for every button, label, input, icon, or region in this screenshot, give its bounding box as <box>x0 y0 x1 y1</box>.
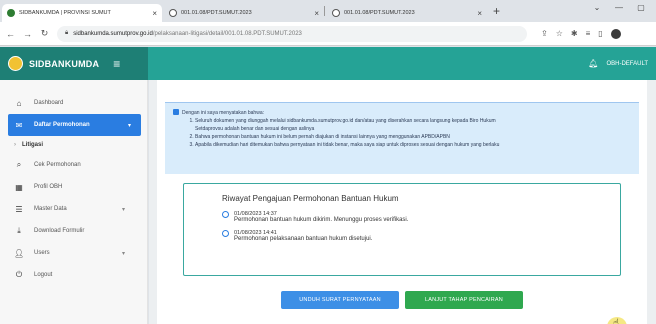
sidebar-item-daftar-permohonan[interactable]: ✉ Daftar Permohonan ▾ <box>8 114 141 136</box>
address-bar[interactable]: 🔒︎ sidbankumda.sumutprov.go.id/pelaksana… <box>57 25 527 42</box>
sidebar-item-users[interactable]: 👤︎ Users ▾ <box>0 242 147 264</box>
tab-title: 001.01.08/PDT.SUMUT.2023 <box>344 10 415 16</box>
chevron-down-icon[interactable]: ⌄ <box>586 3 608 12</box>
tab-title: 001.01.08/PDT.SUMUT.2023 <box>181 10 252 16</box>
forward-arrow-icon[interactable]: → <box>21 29 34 39</box>
statement-notice: Dengan ini saya menyatakan bahwa: Seluru… <box>165 102 639 174</box>
profile-avatar[interactable] <box>610 28 621 39</box>
chevron-down-icon: ▾ <box>121 250 125 257</box>
sidebar-item-label: Master Data <box>34 206 67 212</box>
checkbox-checked-icon[interactable] <box>173 108 179 115</box>
brand-area: SIDBANKUMDA ≡ <box>0 47 148 80</box>
sidebar-item-label: Users <box>34 250 50 256</box>
tab-title: SIDBANKUMDA | PROVINSI SUMUT <box>19 10 111 16</box>
sidebar-item-label: Daftar Permohonan <box>34 122 90 128</box>
envelope-icon: ✉ <box>15 120 23 130</box>
tab-favicon-icon <box>169 9 177 17</box>
url-path: /pelaksanaan-litigasi/detail/001.01.08.P… <box>152 30 302 37</box>
power-icon: ⏻ <box>15 270 23 279</box>
continue-disbursement-button[interactable]: LANJUT TAHAP PENCAIRAN <box>405 291 523 309</box>
bell-icon[interactable]: 🔔︎ <box>588 59 598 68</box>
grid-icon: ▦ <box>15 182 23 192</box>
tab-close-icon[interactable]: × <box>152 9 157 18</box>
extension-icon[interactable]: ✱ <box>571 29 578 38</box>
notice-point: Seluruh dokumen yang diunggah melalui si… <box>195 117 631 125</box>
reload-icon[interactable]: ↻ <box>38 28 51 39</box>
minimize-icon[interactable]: — <box>608 3 630 12</box>
notice-point-continuation: Setdaprovsu adalah benar dan sesuai deng… <box>195 126 315 132</box>
circle-icon <box>222 230 229 237</box>
history-timeline: Riwayat Pengajuan Permohonan Bantuan Huk… <box>183 183 621 276</box>
app-header: SIDBANKUMDA ≡ 🔔︎ OBH-DEFAULT <box>0 47 656 80</box>
sidebar-item-dashboard[interactable]: ⌂ Dashboard <box>0 92 147 114</box>
window-controls: ⌄ — ▢ <box>586 3 652 12</box>
new-tab-button[interactable]: + <box>493 5 500 17</box>
notice-point: Apabila dikemudian hari ditemukan bahwa … <box>195 141 631 149</box>
maximize-icon[interactable]: ▢ <box>630 3 652 12</box>
timeline-text: Permohonan pelaksanaan bantuan hukum dis… <box>234 236 373 242</box>
browser-tab-bar: SIDBANKUMDA | PROVINSI SUMUT × 001.01.08… <box>0 0 656 22</box>
tab-close-icon[interactable]: × <box>477 9 482 18</box>
sidebar-item-label: Dashboard <box>34 100 64 106</box>
notice-list: Bahwa permohonan bantuan hukum ini belum… <box>195 133 631 149</box>
pointer-cursor-icon: ☝ <box>613 318 620 324</box>
download-icon: ⤓ <box>17 226 21 235</box>
sidebar-subitem-litigasi[interactable]: › Litigasi <box>0 136 147 154</box>
back-arrow-icon[interactable]: ← <box>4 29 17 39</box>
detail-card: Dengan ini saya menyatakan bahwa: Seluru… <box>157 80 647 324</box>
hamburger-menu-icon[interactable]: ≡ <box>113 57 120 71</box>
sidebar-item-download-formulir[interactable]: ⤓ Download Formulir <box>0 220 147 242</box>
notice-point: Bahwa permohonan bantuan hukum ini belum… <box>195 133 631 141</box>
user-menu[interactable]: OBH-DEFAULT <box>606 61 648 67</box>
download-statement-button[interactable]: UNDUH SURAT PERNYATAAN <box>281 291 399 309</box>
sidebar-item-label: Logout <box>34 272 53 278</box>
timeline-entry: 01/08/2023 14:41 Permohonan pelaksanaan … <box>222 230 620 242</box>
list-icon: ☰ <box>15 204 23 214</box>
sidebar-toggle-icon[interactable]: ▯ <box>598 29 602 38</box>
action-buttons: UNDUH SURAT PERNYATAAN LANJUT TAHAP PENC… <box>157 291 647 309</box>
sidebar-item-master-data[interactable]: ☰ Master Data ▾ <box>0 198 147 220</box>
sidebar-item-label: Download Formulir <box>34 228 85 234</box>
timeline-text: Permohonan bantuan hukum dikirim. Menung… <box>234 217 409 223</box>
logo-icon <box>8 56 23 71</box>
circle-icon <box>222 211 229 218</box>
chevron-down-icon: ▾ <box>121 206 125 213</box>
notice-intro: Dengan ini saya menyatakan bahwa: <box>182 110 264 116</box>
search-icon: ⌕ <box>16 160 22 169</box>
browser-tab-doc-1[interactable]: 001.01.08/PDT.SUMUT.2023 × <box>164 4 324 22</box>
sidebar-subitem-label: Litigasi <box>22 142 44 148</box>
home-icon: ⌂ <box>16 98 22 108</box>
sidebar-item-label: Cek Permohonan <box>34 162 81 168</box>
brand-name[interactable]: SIDBANKUMDA <box>29 59 99 69</box>
main-content: Dengan ini saya menyatakan bahwa: Seluru… <box>149 80 656 324</box>
tab-favicon-icon <box>7 9 15 17</box>
lock-icon: 🔒︎ <box>65 30 69 36</box>
tab-close-icon[interactable]: × <box>314 9 319 18</box>
timeline-title: Riwayat Pengajuan Permohonan Bantuan Huk… <box>222 194 399 203</box>
reading-list-icon[interactable]: ≡ <box>586 29 591 38</box>
sidebar-item-logout[interactable]: ⏻ Logout <box>0 264 147 286</box>
tab-separator <box>324 6 325 16</box>
browser-tab-sidbankumda[interactable]: SIDBANKUMDA | PROVINSI SUMUT × <box>2 4 162 22</box>
top-nav-bar: 🔔︎ OBH-DEFAULT <box>148 47 656 80</box>
sidebar: ⌂ Dashboard ✉ Daftar Permohonan ▾ › Liti… <box>0 80 148 324</box>
share-icon[interactable]: ⇪ <box>541 29 548 38</box>
sidebar-item-cek-permohonan[interactable]: ⌕ Cek Permohonan <box>0 154 147 176</box>
timeline-entry: 01/08/2023 14:37 Permohonan bantuan huku… <box>222 211 620 223</box>
browser-toolbar: ← → ↻ 🔒︎ sidbankumda.sumutprov.go.id/pel… <box>0 22 656 46</box>
sidebar-item-label: Profil OBH <box>34 184 63 190</box>
sidebar-item-profil-obh[interactable]: ▦ Profil OBH <box>0 176 147 198</box>
bullet-icon: › <box>14 142 16 148</box>
toolbar-icons: ⇪ ☆ ✱ ≡ ▯ <box>541 28 621 39</box>
notice-list: Seluruh dokumen yang diunggah melalui si… <box>195 117 631 125</box>
user-icon: 👤︎ <box>14 248 25 258</box>
browser-tab-doc-2[interactable]: 001.01.08/PDT.SUMUT.2023 × <box>327 4 487 22</box>
tab-favicon-icon <box>332 9 340 17</box>
chevron-down-icon: ▾ <box>127 122 131 129</box>
star-icon[interactable]: ☆ <box>556 29 563 38</box>
url-host: sidbankumda.sumutprov.go.id <box>73 30 153 37</box>
